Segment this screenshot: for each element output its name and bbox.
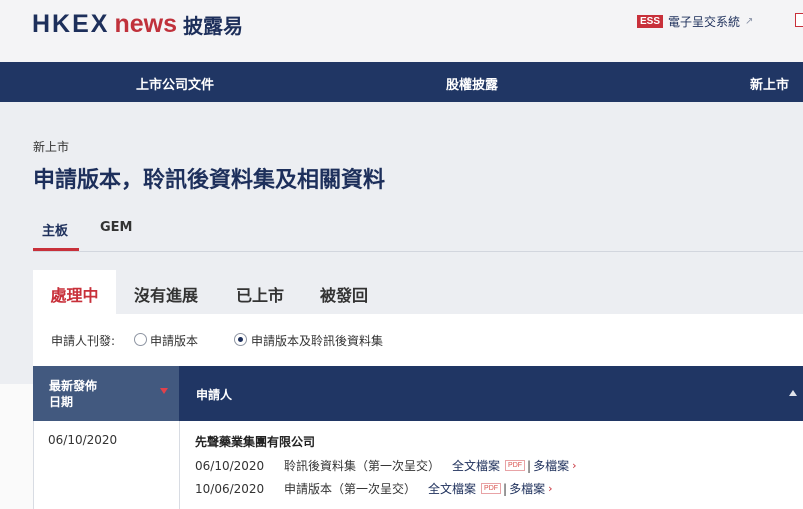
column-header-applicant[interactable]: 申請人	[196, 386, 232, 403]
board-tabs: 主板 GEM	[33, 210, 803, 252]
radio-application-proof-and-phip[interactable]	[234, 333, 247, 346]
tab-main-board[interactable]: 主板	[42, 220, 68, 239]
breadcrumb[interactable]: 新上市	[33, 138, 69, 155]
main-nav: 上市公司文件 股權披露 新上市	[0, 62, 803, 102]
table-row: 06/10/2020 先聲藥業集團有限公司 06/10/2020 聆訊後資料集（…	[33, 421, 803, 509]
company-name: 先聲藥業集團有限公司	[195, 435, 316, 449]
nav-item-listed-company-documents[interactable]: 上市公司文件	[136, 74, 214, 93]
ess-badge: ESS	[637, 15, 664, 28]
chevron-right-icon: ›	[548, 482, 553, 495]
hkexnews-logo[interactable]: HKEX news 披露易	[32, 9, 243, 39]
document-type: 聆訊後資料集（第一次呈交）	[284, 459, 441, 473]
external-link-icon: ↗	[745, 16, 754, 27]
document-date: 10/06/2020	[195, 481, 265, 496]
ess-link[interactable]: ESS 電子呈交系統 ↗	[637, 13, 753, 30]
document-line: 10/06/2020 申請版本（第一次呈交） 全文檔案 PDF | 多檔案 ›	[195, 480, 553, 497]
nav-item-new-listings[interactable]: 新上市	[750, 74, 789, 93]
tab-gem[interactable]: GEM	[100, 220, 133, 235]
cut-off-badge-icon[interactable]	[795, 13, 803, 27]
column-header-date-line2: 日期	[49, 395, 74, 409]
filter-label: 申請人刊發:	[51, 334, 116, 348]
document-date: 06/10/2020	[195, 458, 265, 473]
ess-label: 電子呈交系統	[668, 15, 741, 29]
radio-application-proof[interactable]	[134, 333, 147, 346]
logo-news-text: news	[114, 9, 177, 38]
tab-inactive[interactable]: 沒有進展	[125, 270, 207, 314]
full-text-link[interactable]: 全文檔案	[452, 457, 500, 474]
logo-chinese-text: 披露易	[183, 13, 243, 38]
tab-listed[interactable]: 已上市	[225, 270, 295, 314]
link-separator: |	[503, 481, 508, 496]
logo-hkex-text: HKEX	[32, 9, 110, 38]
pdf-icon: PDF	[505, 460, 526, 471]
nav-item-disclosure-of-interests[interactable]: 股權披露	[446, 74, 498, 93]
row-left-border	[33, 421, 34, 509]
tab-processing[interactable]: 處理中	[33, 270, 116, 314]
page-title: 申請版本，聆訊後資料集及相關資料	[33, 168, 386, 193]
tab-returned[interactable]: 被發回	[309, 270, 379, 314]
site-header: HKEX news 披露易 ESS 電子呈交系統 ↗	[0, 0, 803, 62]
multi-file-link[interactable]: 多檔案	[509, 480, 545, 497]
row-latest-date: 06/10/2020	[48, 433, 118, 447]
full-text-link[interactable]: 全文檔案	[428, 480, 476, 497]
sort-ascending-icon[interactable]	[789, 390, 797, 396]
column-divider	[179, 421, 180, 509]
chevron-right-icon: ›	[572, 459, 577, 472]
applicant-filter: 申請人刊發: 申請版本 申請版本及聆訊後資料集	[33, 314, 803, 366]
table-header: 最新發佈 日期 申請人	[33, 366, 803, 421]
active-tab-underline	[33, 248, 79, 251]
pdf-icon: PDF	[481, 483, 502, 494]
document-line: 06/10/2020 聆訊後資料集（第一次呈交） 全文檔案 PDF | 多檔案 …	[195, 457, 577, 474]
column-header-latest-date[interactable]: 最新發佈 日期	[33, 366, 179, 421]
sort-descending-icon	[160, 388, 168, 394]
document-type: 申請版本（第一次呈交）	[284, 482, 417, 496]
radio-label-application-proof[interactable]: 申請版本	[150, 332, 198, 349]
radio-label-application-proof-and-phip[interactable]: 申請版本及聆訊後資料集	[251, 332, 383, 349]
link-separator: |	[527, 458, 532, 473]
multi-file-link[interactable]: 多檔案	[533, 457, 569, 474]
